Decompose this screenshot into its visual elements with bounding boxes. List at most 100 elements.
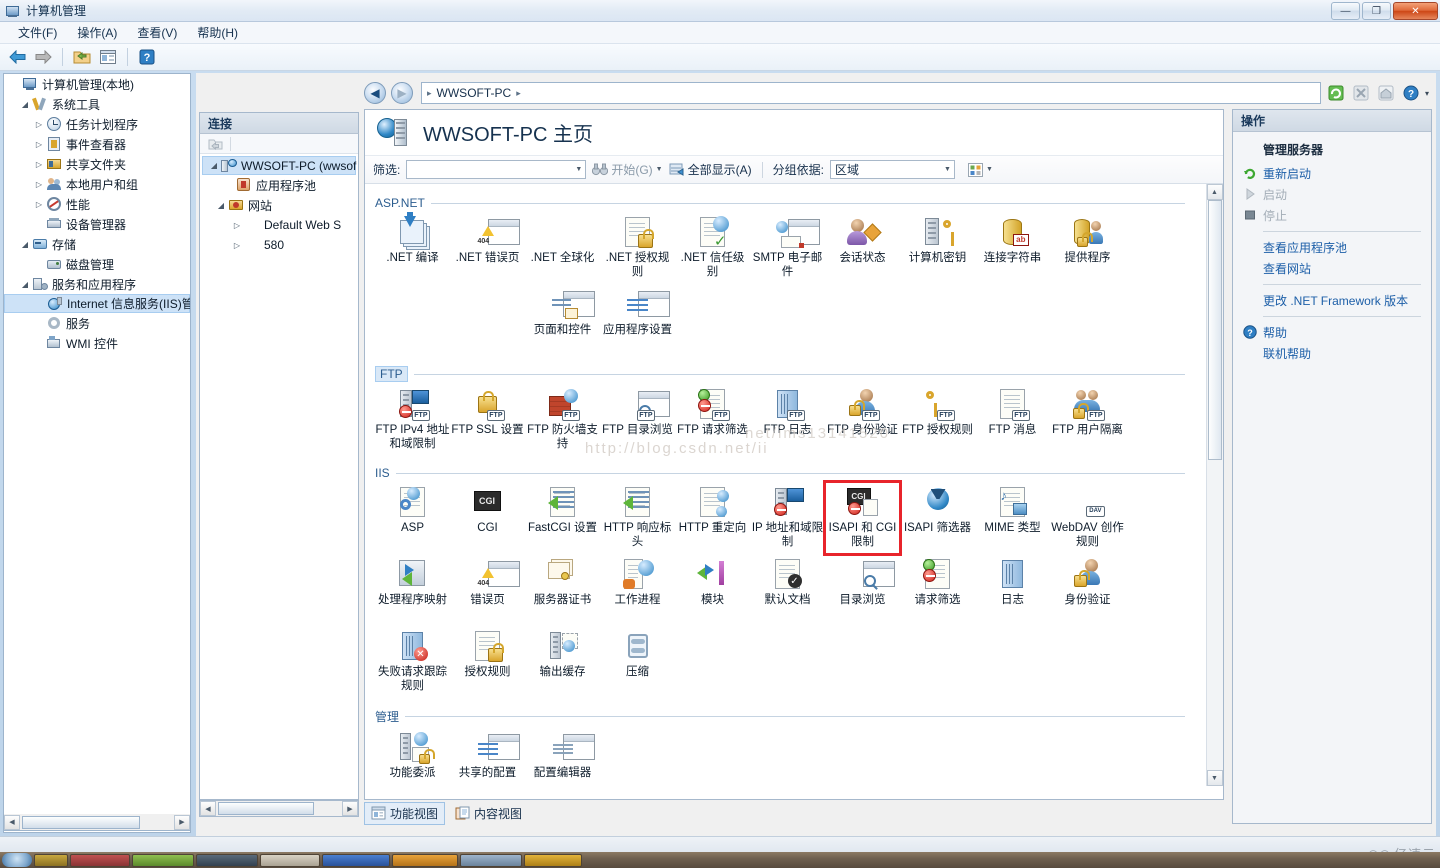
taskbar-item[interactable]: [460, 853, 522, 867]
tree-item-task-scheduler[interactable]: ▷ 任务计划程序: [4, 114, 190, 134]
feature-net-error-pages[interactable]: 404 .NET 错误页: [450, 212, 525, 284]
tree-item-iis-manager[interactable]: Internet 信息服务(IIS)管: [4, 294, 190, 313]
feature-ftp-directory-browsing[interactable]: FTP FTP 目录浏览: [600, 384, 675, 456]
feature-application-settings[interactable]: 应用程序设置: [600, 284, 675, 356]
tree-item-wmi-control[interactable]: WMI 控件: [4, 333, 190, 353]
help-icon[interactable]: ?: [136, 46, 158, 68]
tree-item-services-and-applications[interactable]: ◢ 服务和应用程序: [4, 274, 190, 294]
feature-ftp-authorization-rules[interactable]: FTP FTP 授权规则: [900, 384, 975, 456]
feature-webdav-authoring-rules[interactable]: DAV WebDAV 创作规则: [1050, 482, 1125, 554]
hscroll-right-arrow[interactable]: ▶: [174, 814, 190, 830]
taskbar-item[interactable]: [196, 853, 258, 867]
twisty-collapsed[interactable]: ▷: [32, 174, 46, 194]
group-header-ftp[interactable]: FTP: [375, 366, 1185, 382]
hscroll-thumb[interactable]: [22, 815, 140, 829]
connection-item-server[interactable]: ◢ WWSOFT-PC (wwsof: [202, 156, 356, 175]
group-by-select[interactable]: 区域 ▼: [829, 160, 955, 179]
menu-file[interactable]: 文件(F): [8, 22, 67, 43]
feature-session-state[interactable]: 会话状态: [825, 212, 900, 284]
feature-default-document[interactable]: ✓ 默认文档: [750, 554, 825, 626]
feature-http-response-headers[interactable]: HTTP 响应标头: [600, 482, 675, 554]
twisty-expanded[interactable]: ◢: [18, 274, 32, 294]
tree-item-root[interactable]: 计算机管理(本地): [4, 74, 190, 94]
vscroll-track[interactable]: [1206, 200, 1223, 770]
connection-item-default-web-site[interactable]: ▷ Default Web S: [200, 215, 358, 235]
connections-hscrollbar[interactable]: ◀ ▶: [199, 800, 359, 817]
stop-icon[interactable]: [1350, 82, 1372, 104]
taskbar-item[interactable]: [34, 853, 68, 867]
taskbar-item[interactable]: [260, 853, 320, 867]
tree-item-local-users-groups[interactable]: ▷ 本地用户和组: [4, 174, 190, 194]
feature-handler-mappings[interactable]: 处理程序映射: [375, 554, 450, 626]
feature-modules[interactable]: 模块: [675, 554, 750, 626]
tree-item-disk-management[interactable]: 磁盘管理: [4, 254, 190, 274]
feature-mime-types[interactable]: ♪ MIME 类型: [975, 482, 1050, 554]
menu-help[interactable]: 帮助(H): [187, 22, 248, 43]
feature-ftp-ssl-settings[interactable]: FTP FTP SSL 设置: [450, 384, 525, 456]
feature-server-certificates[interactable]: 服务器证书: [525, 554, 600, 626]
tree-item-storage[interactable]: ◢ 存储: [4, 234, 190, 254]
twisty-expanded[interactable]: ◢: [18, 234, 32, 254]
feature-connection-strings[interactable]: ab 连接字符串: [975, 212, 1050, 284]
twisty-collapsed[interactable]: ▷: [32, 134, 46, 154]
feature-output-caching[interactable]: 输出缓存: [525, 626, 600, 698]
action-view-application-pools[interactable]: 查看应用程序池: [1237, 237, 1427, 258]
twisty-expanded[interactable]: ◢: [214, 195, 228, 215]
breadcrumb-segment-server[interactable]: WWSOFT-PC: [437, 86, 512, 100]
console-tree[interactable]: 计算机管理(本地) ◢ 系统工具 ▷ 任务计划程序 ▷ 事件查看器 ▷ 共享文件…: [3, 73, 191, 833]
feature-shared-configuration[interactable]: 共享的配置: [450, 727, 525, 786]
feature-ftp-messages[interactable]: FTP FTP 消息: [975, 384, 1050, 456]
filter-input[interactable]: ▼: [406, 160, 587, 179]
feature-isapi-filters[interactable]: ISAPI 筛选器: [900, 482, 975, 554]
chevron-down-icon[interactable]: ▼: [656, 166, 663, 173]
action-restart[interactable]: 重新启动: [1237, 163, 1427, 184]
feature-ftp-firewall-support[interactable]: FTP FTP 防火墙支持: [525, 384, 600, 456]
feature-ftp-ipv4-restrictions[interactable]: FTP FTP IPv4 地址和域限制: [375, 384, 450, 456]
connection-item-site-580[interactable]: ▷ 580: [200, 235, 358, 255]
chevron-down-icon[interactable]: ▾: [1425, 89, 1429, 98]
feature-smtp-email[interactable]: SMTP 电子邮件: [750, 212, 825, 284]
action-change-net-framework-version[interactable]: 更改 .NET Framework 版本: [1237, 290, 1427, 311]
feature-ftp-authentication[interactable]: FTP FTP 身份验证: [825, 384, 900, 456]
action-start[interactable]: 启动: [1237, 184, 1427, 205]
chevron-down-icon[interactable]: ▼: [944, 166, 951, 173]
vscroll-down-arrow[interactable]: ▼: [1206, 770, 1223, 786]
feature-authentication[interactable]: 身份验证: [1050, 554, 1125, 626]
feature-pages-and-controls[interactable]: 页面和控件: [525, 284, 600, 356]
tab-features-view[interactable]: 功能视图: [364, 801, 446, 825]
menu-view[interactable]: 查看(V): [127, 22, 187, 43]
taskbar-item[interactable]: [524, 853, 582, 867]
feature-ftp-user-isolation[interactable]: FTP FTP 用户隔离: [1050, 384, 1125, 456]
twisty-collapsed[interactable]: ▷: [230, 235, 244, 255]
vscroll-thumb[interactable]: [1207, 200, 1222, 460]
twisty-expanded[interactable]: ◢: [18, 94, 32, 114]
feature-net-trust-levels[interactable]: ✓ .NET 信任级别: [675, 212, 750, 284]
twisty-collapsed[interactable]: ▷: [230, 215, 244, 235]
tree-item-services[interactable]: 服务: [4, 313, 190, 333]
minimize-button[interactable]: —: [1331, 2, 1360, 20]
feature-directory-browsing[interactable]: 目录浏览: [825, 554, 900, 626]
tree-item-device-manager[interactable]: 设备管理器: [4, 214, 190, 234]
breadcrumb[interactable]: ▸ WWSOFT-PC ▸: [421, 82, 1321, 104]
tree-item-system-tools[interactable]: ◢ 系统工具: [4, 94, 190, 114]
hscroll-left-arrow[interactable]: ◀: [200, 801, 216, 816]
vscroll-up-arrow[interactable]: ▲: [1206, 184, 1223, 200]
hscroll-left-arrow[interactable]: ◀: [4, 814, 20, 830]
hscroll-right-arrow[interactable]: ▶: [342, 801, 358, 816]
taskbar-item[interactable]: [132, 853, 194, 867]
go-button[interactable]: 开始(G) ▼: [592, 161, 663, 178]
tree-item-performance[interactable]: ▷ 性能: [4, 194, 190, 214]
nav-forward-button[interactable]: ▶: [391, 82, 413, 104]
twisty-collapsed[interactable]: ▷: [32, 154, 46, 174]
chevron-down-icon[interactable]: ▼: [986, 166, 993, 173]
chevron-down-icon[interactable]: ▼: [575, 166, 582, 173]
action-view-sites[interactable]: 查看网站: [1237, 258, 1427, 279]
feature-list-scroll-area[interactable]: ASP.NET .NET 编译 404 .NET 错误页 .NET 全球化 .N…: [365, 184, 1223, 786]
feature-net-compilation[interactable]: .NET 编译: [375, 212, 450, 284]
connection-tasks-icon[interactable]: [204, 133, 226, 155]
feature-failed-request-tracing-rules[interactable]: ✕ 失败请求跟踪规则: [375, 626, 450, 698]
feature-ftp-logging[interactable]: FTP FTP 日志: [750, 384, 825, 456]
connection-item-sites[interactable]: ◢ 网站: [200, 195, 358, 215]
console-tree-hscrollbar[interactable]: ◀ ▶: [3, 814, 191, 831]
twisty-collapsed[interactable]: ▷: [32, 194, 46, 214]
